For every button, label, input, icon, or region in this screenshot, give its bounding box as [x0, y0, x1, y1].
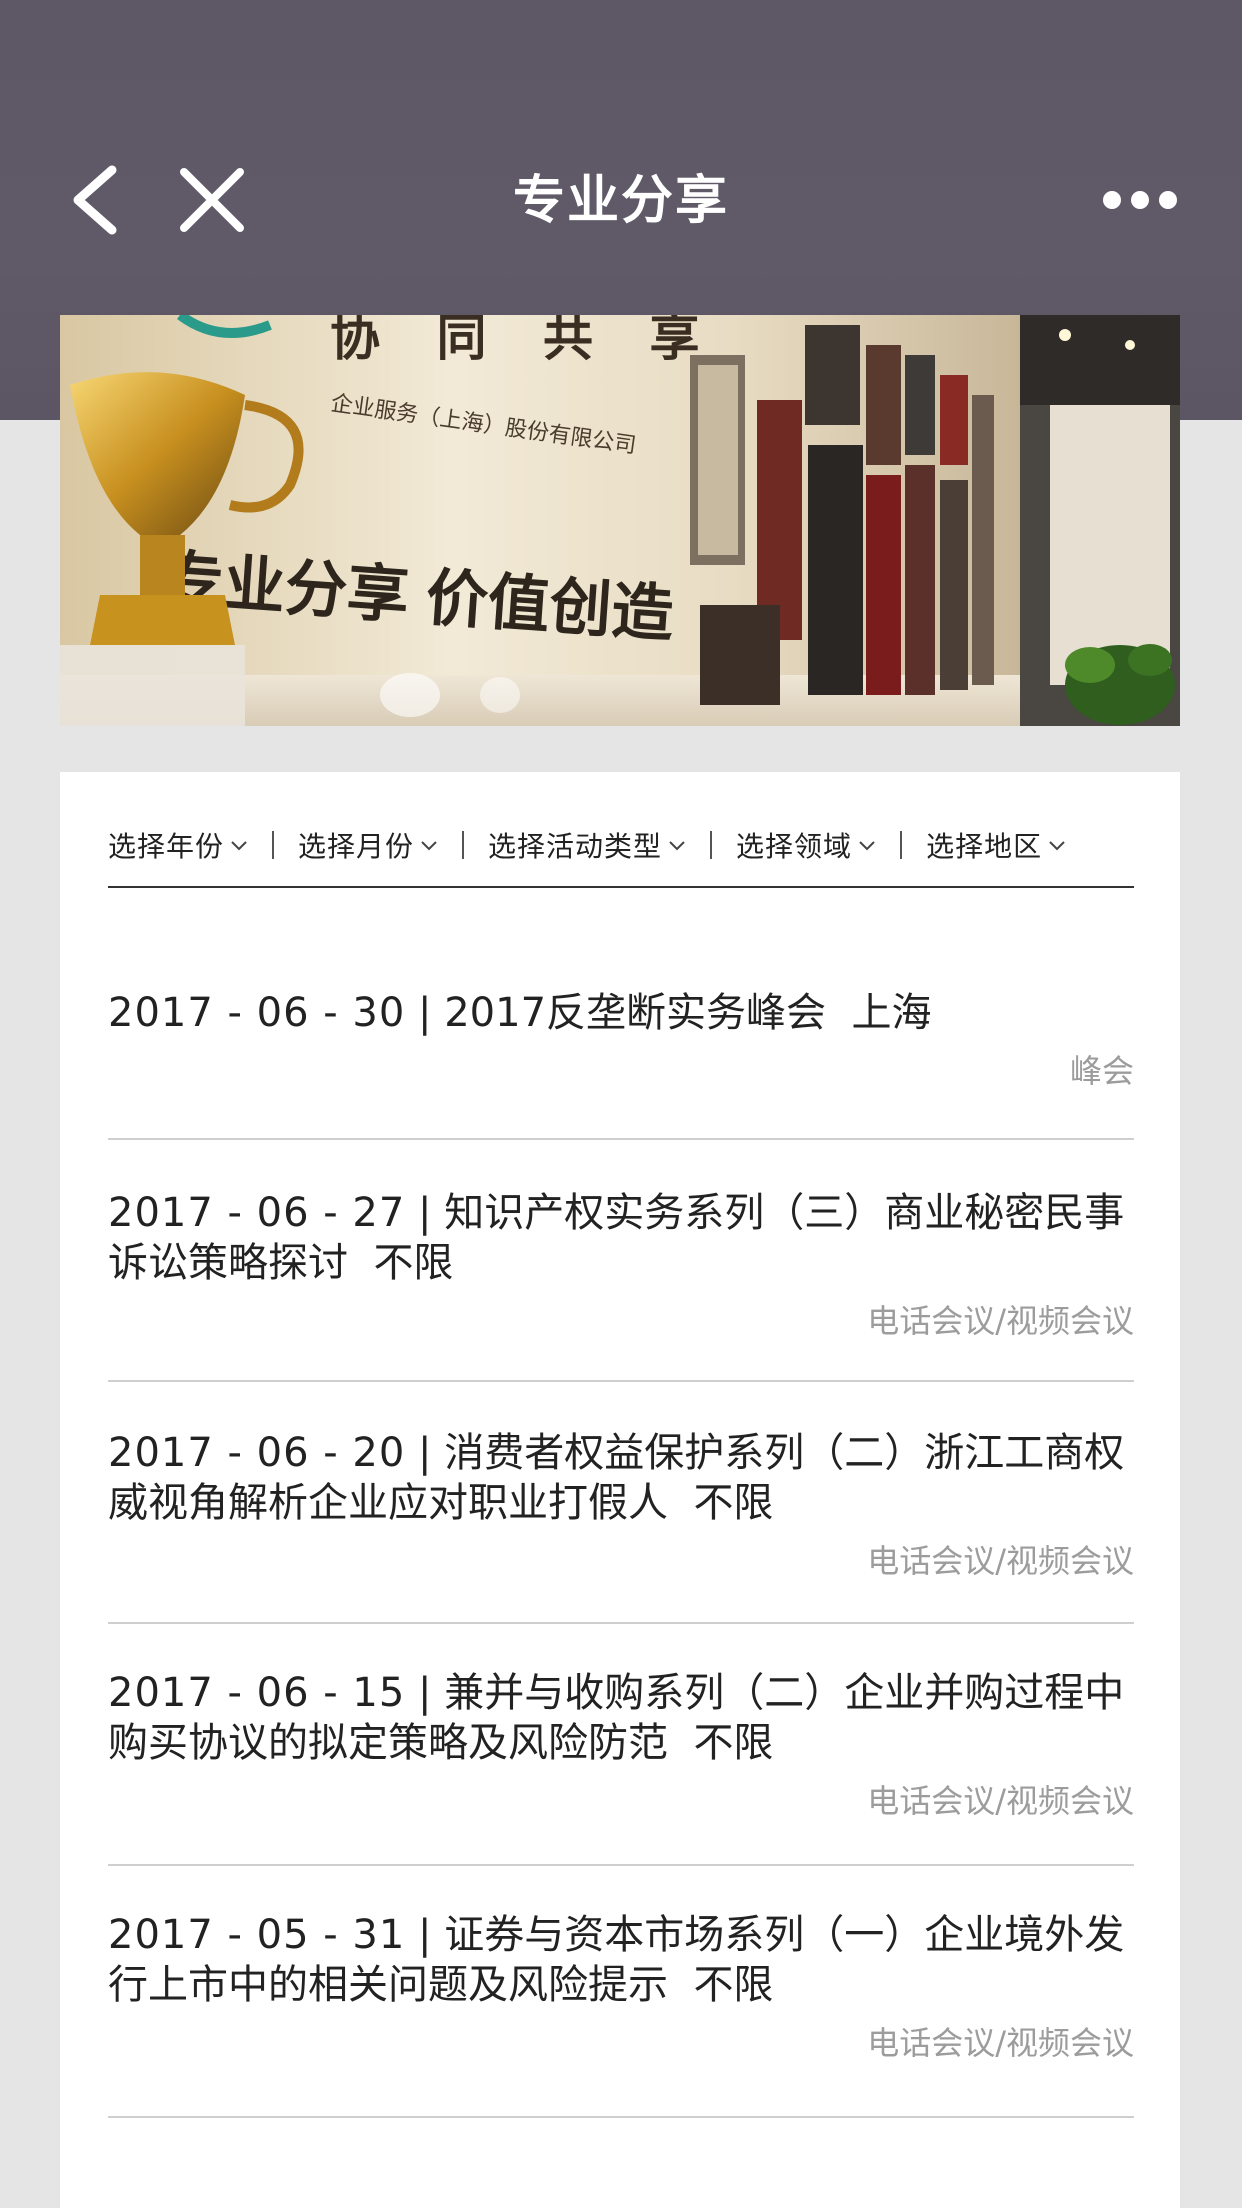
event-region: 不限 — [693, 1962, 774, 2008]
chevron-down-icon — [669, 841, 685, 851]
event-item[interactable]: 2017 - 06 - 15 | 兼并与收购系列（二）企业并购过程中购买协议的拟… — [108, 1668, 1134, 1822]
divider — [108, 1138, 1134, 1140]
filter-label: 选择地区 — [926, 830, 1043, 863]
divider — [900, 831, 903, 859]
chevron-down-icon — [231, 841, 247, 851]
chevron-down-icon — [1049, 841, 1065, 851]
filter-label: 选择活动类型 — [488, 830, 663, 863]
event-name: 2017反垄断实务峰会 — [444, 990, 827, 1036]
event-title: 2017 - 06 - 15 | 兼并与收购系列（二）企业并购过程中购买协议的拟… — [108, 1670, 1125, 1766]
svg-text:协 同 共 享: 协 同 共 享 — [330, 315, 722, 366]
divider — [108, 1380, 1134, 1382]
event-item[interactable]: 2017 - 06 - 20 | 消费者权益保护系列（二）浙江工商权威视角解析企… — [108, 1428, 1134, 1582]
more-dots-icon — [1103, 191, 1177, 209]
event-region: 不限 — [373, 1240, 454, 1286]
event-title: 2017 - 06 - 27 | 知识产权实务系列（三）商业秘密民事诉讼策略探讨… — [108, 1190, 1125, 1286]
more-button[interactable] — [1100, 176, 1180, 224]
divider — [108, 1864, 1134, 1866]
event-type: 电话会议/视频会议 — [867, 1782, 1134, 1820]
event-region: 不限 — [693, 1720, 774, 1766]
divider — [710, 831, 713, 859]
divider — [108, 1622, 1134, 1624]
event-title: 2017 - 06 - 30 | 2017反垄断实务峰会 上海 — [108, 990, 932, 1036]
event-date: 2017 - 06 - 15 — [108, 1670, 406, 1716]
event-date: 2017 - 06 - 27 — [108, 1190, 406, 1236]
event-item[interactable]: 2017 - 05 - 31 | 证券与资本市场系列（一）企业境外发行上市中的相… — [108, 1910, 1134, 2064]
event-title: 2017 - 05 - 31 | 证券与资本市场系列（一）企业境外发行上市中的相… — [108, 1912, 1125, 2008]
event-region: 不限 — [693, 1480, 774, 1526]
filter-underline — [108, 886, 1134, 888]
filter-field[interactable]: 选择领域 — [736, 825, 876, 865]
event-type: 电话会议/视频会议 — [867, 1302, 1134, 1340]
filter-label: 选择领域 — [736, 830, 853, 863]
event-type: 电话会议/视频会议 — [867, 2024, 1134, 2062]
chevron-down-icon — [859, 841, 875, 851]
filter-year[interactable]: 选择年份 — [108, 825, 248, 865]
event-item[interactable]: 2017 - 06 - 30 | 2017反垄断实务峰会 上海 峰会 — [108, 988, 1134, 1092]
filter-month[interactable]: 选择月份 — [298, 825, 438, 865]
event-item[interactable]: 2017 - 06 - 27 | 知识产权实务系列（三）商业秘密民事诉讼策略探讨… — [108, 1188, 1134, 1342]
event-date: 2017 - 06 - 30 — [108, 990, 406, 1036]
event-date: 2017 - 06 - 20 — [108, 1430, 406, 1476]
event-title: 2017 - 06 - 20 | 消费者权益保护系列（二）浙江工商权威视角解析企… — [108, 1430, 1125, 1526]
event-region: 上海 — [851, 990, 932, 1036]
divider — [272, 831, 275, 859]
event-date: 2017 - 05 - 31 — [108, 1912, 406, 1958]
divider — [462, 831, 465, 859]
banner-image: 协 同 共 享 企业服务（上海）股份有限公司 专业分享 价值创造 — [60, 315, 1180, 726]
chevron-down-icon — [421, 841, 437, 851]
filter-region[interactable]: 选择地区 — [926, 825, 1066, 865]
divider — [108, 2116, 1134, 2118]
filter-label: 选择年份 — [108, 830, 225, 863]
event-type: 电话会议/视频会议 — [867, 1542, 1134, 1580]
filter-label: 选择月份 — [298, 830, 415, 863]
page-title: 专业分享 — [512, 171, 729, 231]
content-card: 选择年份 选择月份 选择活动类型 选择领域 选择地区 2017 - 06 - 3… — [60, 772, 1180, 2208]
filter-bar: 选择年份 选择月份 选择活动类型 选择领域 选择地区 — [108, 817, 1134, 873]
event-type: 峰会 — [1069, 1052, 1134, 1090]
filter-activity-type[interactable]: 选择活动类型 — [488, 825, 686, 865]
